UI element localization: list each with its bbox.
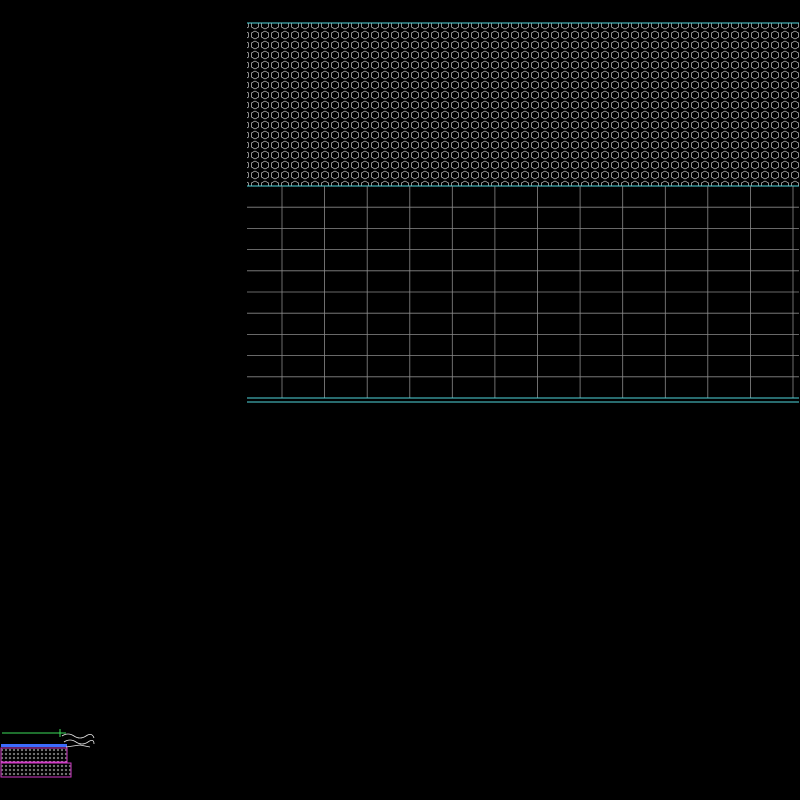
blue-surface-layer [1,744,67,747]
cad-drawing-canvas [0,0,800,800]
magenta-gravel-layer-lower [0,762,72,778]
magenta-gravel-layer-upper [0,747,68,763]
gravel-hatch-area [247,23,799,186]
